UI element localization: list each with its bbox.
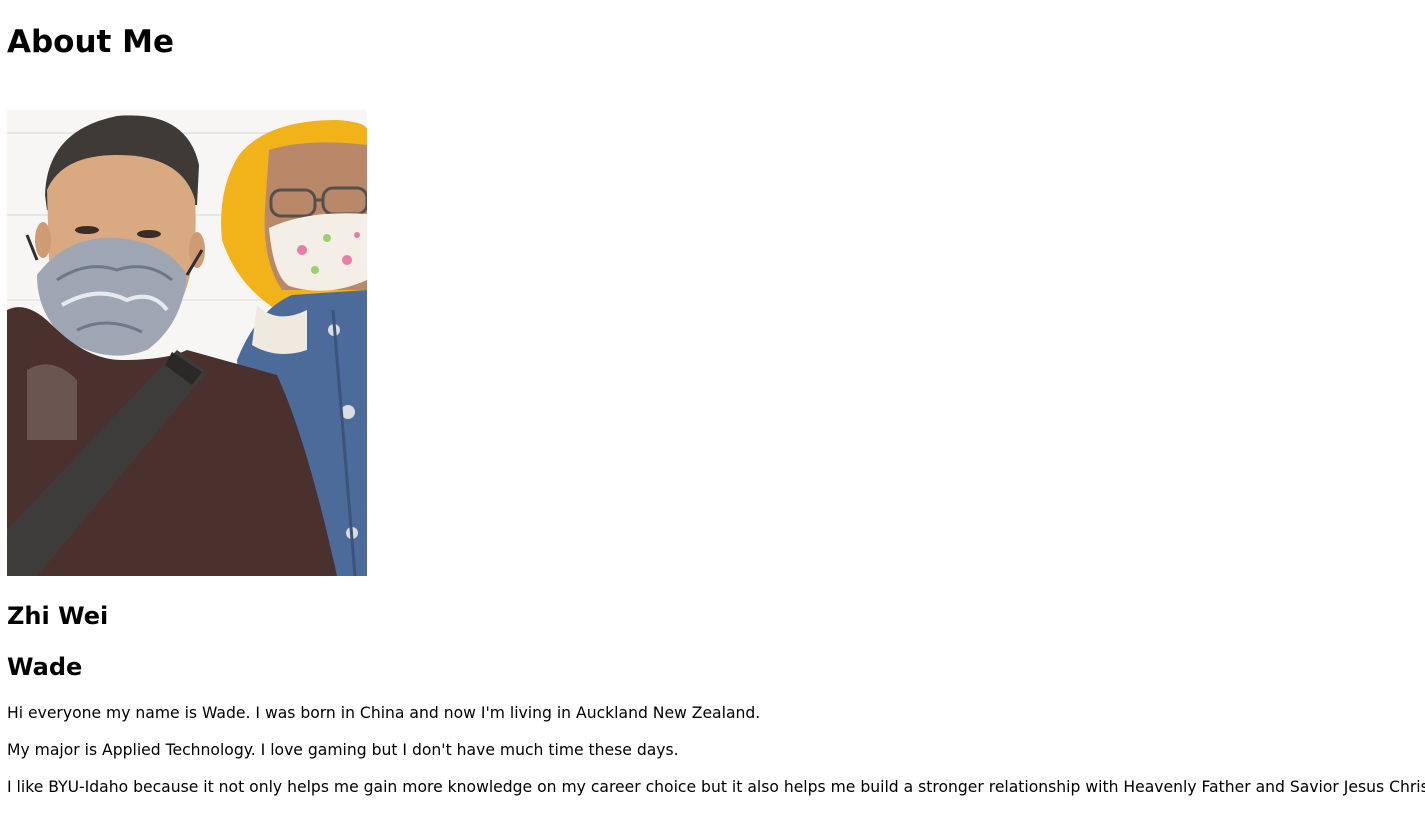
- name-heading-primary: Zhi Wei: [7, 602, 109, 630]
- page-title: About Me: [7, 24, 175, 60]
- intro-paragraph: Hi everyone my name is Wade. I was born …: [7, 704, 761, 722]
- profile-photo: [7, 110, 367, 576]
- name-heading-secondary: Wade: [7, 653, 83, 681]
- byui-paragraph: I like BYU-Idaho because it not only hel…: [7, 778, 1425, 796]
- major-paragraph: My major is Applied Technology. I love g…: [7, 741, 679, 759]
